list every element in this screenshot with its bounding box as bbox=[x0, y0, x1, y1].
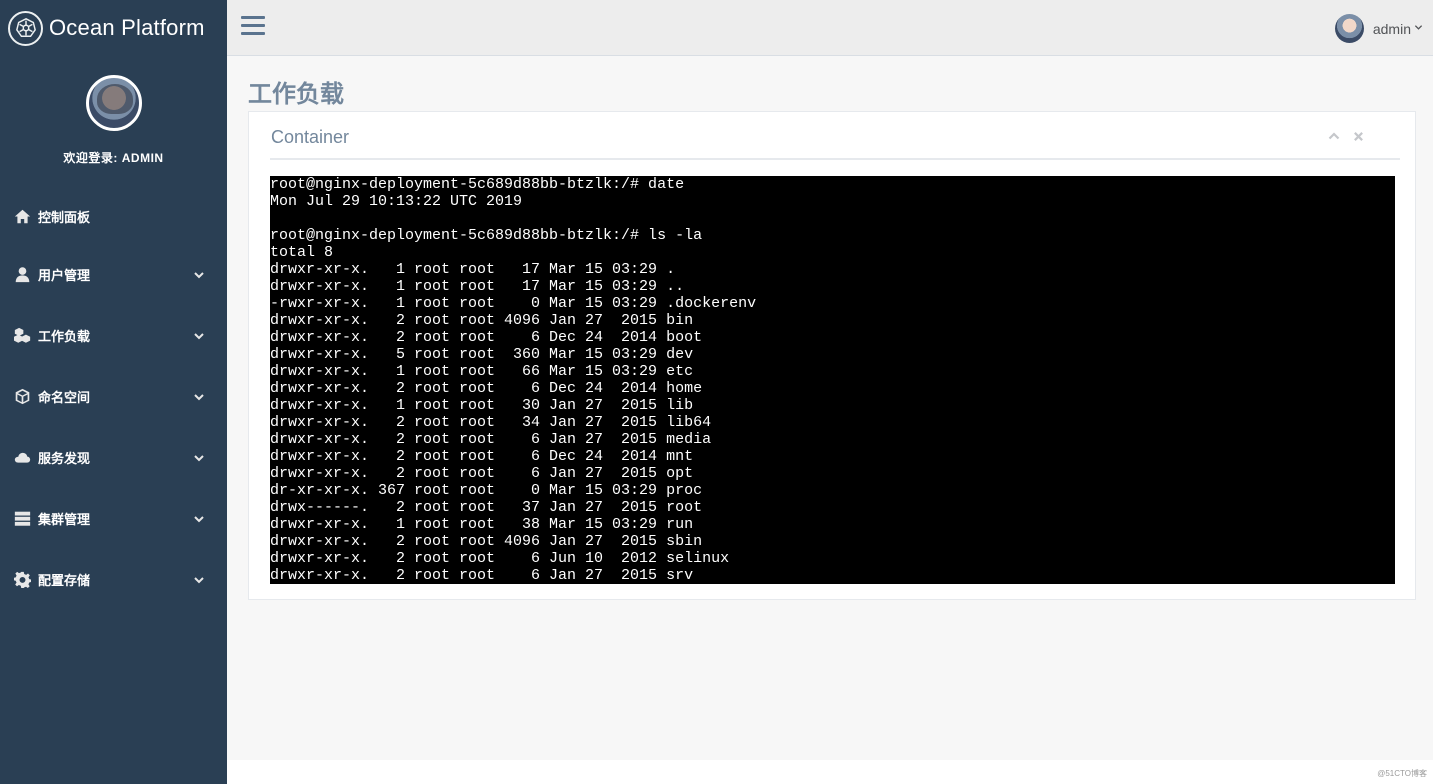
sidebar-item-users[interactable]: 用户管理 bbox=[0, 244, 227, 305]
sidebar-item-dashboard[interactable]: 控制面板 bbox=[0, 188, 227, 244]
chevron-down-icon bbox=[1414, 23, 1423, 35]
top-nav: admin bbox=[227, 0, 1433, 56]
cloud-icon bbox=[12, 448, 32, 468]
sidebar-item-label: 命名空间 bbox=[38, 390, 91, 405]
sidebar-item-service-discovery[interactable]: 服务发现 bbox=[0, 427, 227, 488]
terminal-line: Mon Jul 29 10:13:22 UTC 2019 bbox=[270, 193, 523, 210]
terminal[interactable]: root@nginx-deployment-5c689d88bb-btzlk:/… bbox=[270, 176, 1395, 584]
terminal-line: drwxr-xr-x. 2 root root 6 Jun 10 2012 se… bbox=[270, 550, 730, 567]
page-title: 工作负载 bbox=[248, 81, 344, 108]
sidebar: Ocean Platform 欢迎登录: ADMIN 控制面板 用户管理 工作负… bbox=[0, 0, 227, 784]
sidebar-item-namespaces[interactable]: 命名空间 bbox=[0, 366, 227, 427]
welcome-text: 欢迎登录: ADMIN bbox=[63, 151, 164, 165]
sidebar-item-workloads[interactable]: 工作负载 bbox=[0, 305, 227, 366]
terminal-line: drwxr-xr-x. 2 root root 6 Jan 27 2015 sr… bbox=[270, 567, 694, 584]
terminal-line: drwxr-xr-x. 1 root root 66 Mar 15 03:29 … bbox=[270, 363, 694, 380]
sidebar-menu: 控制面板 用户管理 工作负载 命名空间 服务发现 集群管理 配置存储 bbox=[0, 188, 227, 610]
terminal-line: drwxr-xr-x. 1 root root 17 Mar 15 03:29 … bbox=[270, 261, 676, 278]
gear-icon bbox=[12, 570, 32, 590]
chevron-down-icon bbox=[193, 513, 205, 525]
profile-avatar bbox=[85, 75, 142, 131]
avatar bbox=[1334, 14, 1364, 43]
sidebar-item-label: 服务发现 bbox=[38, 451, 91, 466]
terminal-line: drwxr-xr-x. 2 root root 6 Dec 24 2014 mn… bbox=[270, 448, 694, 465]
sidebar-item-label: 工作负载 bbox=[38, 329, 91, 344]
sidebar-item-label: 控制面板 bbox=[38, 209, 91, 225]
sidebar-item-label: 集群管理 bbox=[38, 512, 91, 527]
sidebar-item-config-storage[interactable]: 配置存储 bbox=[0, 549, 227, 610]
terminal-line: root@nginx-deployment-5c689d88bb-btzlk:/… bbox=[270, 176, 685, 193]
home-icon bbox=[12, 206, 32, 226]
panel-header: Container bbox=[270, 112, 1400, 160]
terminal-line: drwxr-xr-x. 5 root root 360 Mar 15 03:29… bbox=[270, 346, 694, 363]
container-panel: Container root@nginx-deployment-5c689d88… bbox=[248, 111, 1416, 600]
terminal-line: drwxr-xr-x. 1 root root 30 Jan 27 2015 l… bbox=[270, 397, 694, 414]
chevron-down-icon bbox=[193, 330, 205, 342]
menu-toggle-icon[interactable] bbox=[241, 16, 265, 38]
terminal-line: -rwxr-xr-x. 1 root root 0 Mar 15 03:29 .… bbox=[270, 295, 757, 312]
sidebar-item-label: 用户管理 bbox=[38, 268, 91, 283]
profile: 欢迎登录: ADMIN bbox=[0, 56, 227, 166]
chevron-down-icon bbox=[193, 452, 205, 464]
footer: @51CTO博客 bbox=[227, 760, 1433, 784]
sidebar-item-cluster[interactable]: 集群管理 bbox=[0, 488, 227, 549]
collapse-icon[interactable] bbox=[1328, 130, 1340, 142]
terminal-line: drwxr-xr-x. 2 root root 6 Dec 24 2014 bo… bbox=[270, 329, 703, 346]
terminal-line: drwxr-xr-x. 1 root root 38 Mar 15 03:29 … bbox=[270, 516, 694, 533]
close-icon[interactable] bbox=[1352, 130, 1364, 142]
terminal-line: drwx------. 2 root root 37 Jan 27 2015 r… bbox=[270, 499, 703, 516]
chevron-down-icon bbox=[193, 391, 205, 403]
cubes-icon bbox=[12, 326, 32, 346]
terminal-line: drwxr-xr-x. 2 root root 4096 Jan 27 2015… bbox=[270, 533, 703, 550]
panel-tools bbox=[1328, 130, 1364, 142]
kubernetes-wheel-icon bbox=[8, 10, 43, 46]
brand-title: Ocean Platform bbox=[49, 15, 205, 40]
terminal-line: drwxr-xr-x. 2 root root 6 Jan 27 2015 me… bbox=[270, 431, 712, 448]
cube-icon bbox=[12, 387, 32, 407]
terminal-line: dr-xr-xr-x. 367 root root 0 Mar 15 03:29… bbox=[270, 482, 703, 499]
user-name: admin bbox=[1372, 20, 1411, 37]
chevron-down-icon bbox=[193, 269, 205, 281]
terminal-line: drwxr-xr-x. 1 root root 17 Mar 15 03:29 … bbox=[270, 278, 685, 295]
terminal-line: total 8 bbox=[270, 244, 334, 261]
terminal-line: drwxr-xr-x. 2 root root 34 Jan 27 2015 l… bbox=[270, 414, 712, 431]
user-icon bbox=[12, 265, 32, 285]
panel-title: Container bbox=[271, 127, 350, 147]
terminal-line: drwxr-xr-x. 2 root root 4096 Jan 27 2015… bbox=[270, 312, 694, 329]
server-icon bbox=[12, 509, 32, 529]
chevron-down-icon bbox=[193, 574, 205, 586]
terminal-line: root@nginx-deployment-5c689d88bb-btzlk:/… bbox=[270, 227, 703, 244]
brand[interactable]: Ocean Platform bbox=[0, 0, 227, 56]
sidebar-item-label: 配置存储 bbox=[38, 573, 91, 588]
main-content: 工作负载 Container root@nginx-deployment-5c6… bbox=[227, 56, 1433, 784]
terminal-line: drwxr-xr-x. 2 root root 6 Dec 24 2014 ho… bbox=[270, 380, 703, 397]
user-menu[interactable]: admin bbox=[1334, 14, 1423, 43]
watermark: @51CTO博客 bbox=[1377, 769, 1427, 778]
terminal-line: drwxr-xr-x. 2 root root 6 Jan 27 2015 op… bbox=[270, 465, 694, 482]
